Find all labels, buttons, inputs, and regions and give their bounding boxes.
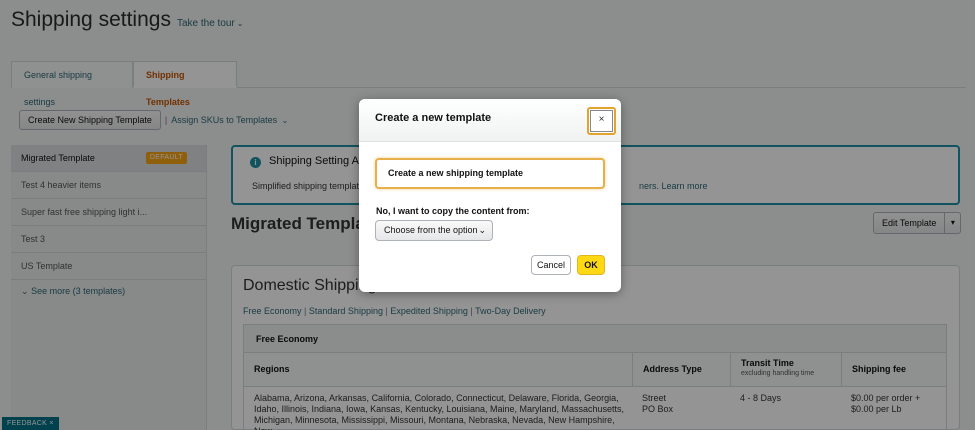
copy-from-label: No, I want to copy the content from: — [376, 206, 530, 216]
close-icon[interactable]: × — [587, 107, 616, 135]
new-template-option[interactable]: Create a new shipping template — [375, 158, 605, 189]
chevron-down-icon: ⌄ — [478, 225, 486, 235]
copy-from-select[interactable]: Choose from the option ⌄ — [375, 220, 493, 241]
create-template-dialog: Create a new template × Create a new shi… — [359, 99, 621, 292]
dialog-header: Create a new template × — [359, 99, 621, 142]
ok-button[interactable]: OK — [577, 255, 605, 275]
select-value: Choose from the option — [384, 225, 478, 235]
dialog-title: Create a new template — [375, 112, 492, 124]
cancel-button[interactable]: Cancel — [531, 255, 571, 275]
